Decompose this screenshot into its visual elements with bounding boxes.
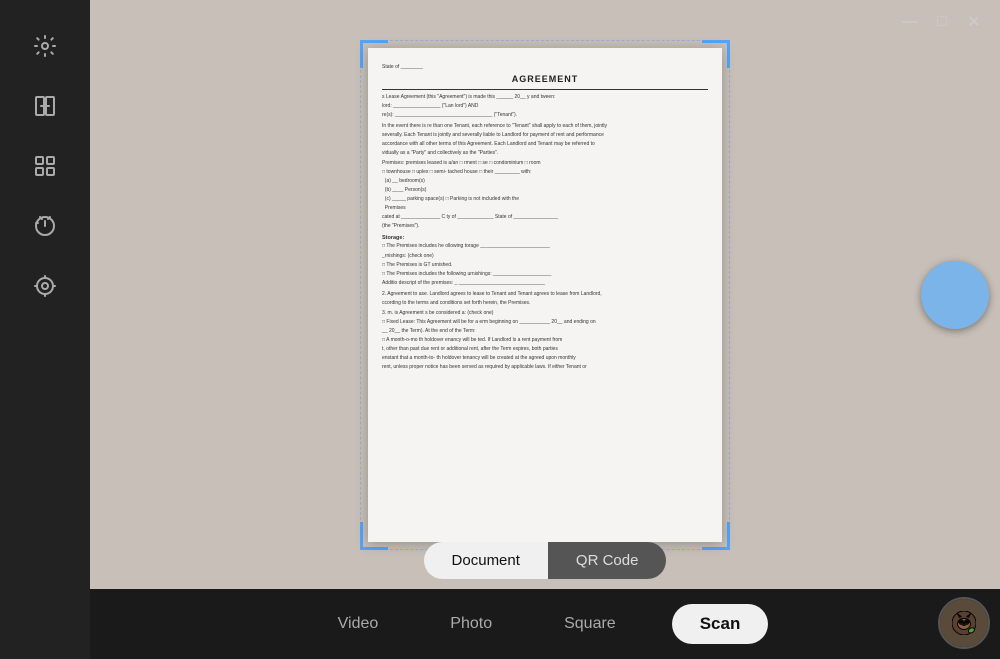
settings-icon[interactable]	[19, 20, 71, 72]
tab-document[interactable]: Document	[424, 542, 548, 579]
doc-line-1: s Lease Agreement (this "Agreement") is …	[382, 94, 708, 102]
doc-state-line: State of ________	[382, 64, 708, 72]
doc-premises-b: (b) ____ Person(s)	[382, 187, 708, 195]
doc-premises-loc: cated at ______________ C ty of ________…	[382, 214, 708, 222]
document-paper: State of ________ AGREEMENT s Lease Agre…	[368, 48, 722, 542]
doc-furnish-section: _rnishings: (check one) □ The Premises i…	[382, 253, 708, 279]
doc-premises-c: (c) _____ parking space(s) □ Parking is …	[382, 196, 708, 204]
doc-furnish-1: □ The Premises is GT urnished.	[382, 262, 708, 270]
mode-tabs: Document QR Code	[90, 542, 1000, 579]
document-frame: State of ________ AGREEMENT s Lease Agre…	[360, 40, 730, 550]
doc-line-2: lord: _________________ ("Lan lord") AND	[382, 103, 708, 111]
capture-bar: Video Photo Square Scan	[90, 589, 1000, 659]
doc-term-5: t, other than past due rent or additiona…	[382, 346, 708, 354]
doc-premises-ref: (the "Premises").	[382, 223, 708, 231]
timer-icon[interactable]	[19, 200, 71, 252]
doc-agree-2: ccording to the terms and conditions set…	[382, 300, 708, 308]
doc-storage-title: Storage:	[382, 234, 708, 242]
avatar[interactable]	[938, 597, 990, 649]
avatar-image	[940, 599, 988, 647]
doc-line-3: re(s): _________________________________…	[382, 112, 708, 120]
focus-icon[interactable]	[19, 260, 71, 312]
doc-term-7: rent, unless proper notice has been serv…	[382, 364, 708, 372]
doc-add-1: Additio descript of the premises: _ ____…	[382, 280, 708, 288]
doc-storage-1: □ The Premises includes he ollowing tora…	[382, 243, 708, 251]
doc-agreement-section: 2. Agreement to ase. Landlord agrees to …	[382, 291, 708, 308]
doc-term-3: __ 20__ the Term). At the end of the Ter…	[382, 328, 708, 336]
doc-storage-section: Storage: □ The Premises includes he ollo…	[382, 234, 708, 251]
sidebar	[0, 0, 90, 659]
doc-term-1: 3. m. is Agreement s be considered a: (c…	[382, 310, 708, 318]
doc-para-1: In the event there is re than one Tenant…	[382, 123, 708, 131]
close-button[interactable]: ✕	[960, 8, 988, 36]
photo-mode-button[interactable]: Photo	[434, 607, 508, 641]
doc-add-section: Additio descript of the premises: _ ____…	[382, 280, 708, 288]
minimize-button[interactable]: —	[896, 8, 924, 36]
maximize-button[interactable]: □	[928, 8, 956, 36]
doc-premises-1: Premises: premises leased is a/an □ rmen…	[382, 160, 708, 168]
doc-term-section: 3. m. is Agreement s be considered a: (c…	[382, 310, 708, 372]
doc-para-2: severally. Each Tenant is jointly and se…	[382, 132, 708, 140]
doc-premises-a: (a) __ bedroom(s)	[382, 178, 708, 186]
doc-term-6: enstant that a month-to- th holdover ten…	[382, 355, 708, 363]
doc-premises-d: Premises	[382, 205, 708, 213]
doc-title: AGREEMENT	[382, 73, 708, 87]
doc-para-3: accordance with all other terms of this …	[382, 141, 708, 149]
doc-para-4: vidually as a "Party" and collectively a…	[382, 150, 708, 158]
video-mode-button[interactable]: Video	[322, 607, 395, 641]
doc-premises-section: Premises: premises leased is a/an □ rmen…	[382, 160, 708, 231]
doc-premises-2: □ townhouse □ uplex □ semi- tached house…	[382, 169, 708, 177]
capture-button[interactable]	[921, 261, 989, 329]
doc-term-2: □ Fixed Lease: This Agreement will be fo…	[382, 319, 708, 327]
doc-furnish-2: □ The Premises includes the following ur…	[382, 271, 708, 279]
square-mode-button[interactable]: Square	[548, 607, 632, 641]
tab-qr-code[interactable]: QR Code	[548, 542, 667, 579]
grid-icon[interactable]	[19, 140, 71, 192]
compare-icon[interactable]	[19, 80, 71, 132]
viewfinder: State of ________ AGREEMENT s Lease Agre…	[90, 0, 1000, 589]
scan-mode-button[interactable]: Scan	[672, 604, 769, 644]
title-bar: — □ ✕	[884, 0, 1000, 44]
doc-agree-1: 2. Agreement to ase. Landlord agrees to …	[382, 291, 708, 299]
doc-term-4: □ A month-o-mo th holdover enancy will b…	[382, 337, 708, 345]
right-panel	[910, 0, 1000, 589]
doc-furnish-title: _rnishings: (check one)	[382, 253, 708, 261]
doc-title-underline	[382, 89, 708, 90]
